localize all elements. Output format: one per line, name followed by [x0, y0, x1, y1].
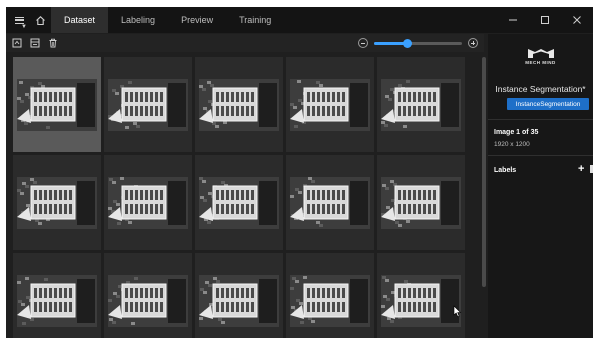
title-bar: ▼ Dataset Labeling Preview Training	[6, 7, 593, 33]
zoom-slider-fill	[374, 41, 408, 45]
import-image-icon[interactable]	[10, 36, 24, 50]
image-thumbnail	[17, 275, 97, 327]
window-controls	[497, 7, 593, 33]
tab-training[interactable]: Training	[226, 7, 284, 33]
image-thumbnail-cell[interactable]	[377, 253, 465, 338]
image-thumbnail-cell[interactable]	[13, 57, 101, 152]
project-name: Instance Segmentation*	[495, 84, 586, 94]
labels-title: Labels	[494, 167, 517, 174]
image-thumbnail-cell[interactable]	[195, 253, 283, 338]
image-thumbnail-cell[interactable]	[13, 253, 101, 338]
maximize-icon[interactable]	[529, 7, 561, 33]
image-thumbnail-cell[interactable]	[195, 57, 283, 152]
image-thumbnail	[108, 275, 188, 327]
image-thumbnail-cell[interactable]	[286, 155, 374, 250]
image-thumbnail-cell[interactable]	[13, 155, 101, 250]
project-type-badge: InstanceSegmentation	[507, 98, 589, 110]
image-thumbnail	[108, 79, 188, 131]
tab-preview-label: Preview	[181, 15, 214, 25]
image-thumbnail	[17, 79, 97, 131]
image-thumbnail-cell[interactable]	[377, 57, 465, 152]
zoom-control	[358, 38, 478, 48]
image-thumbnail-cell[interactable]	[286, 57, 374, 152]
image-size: 1920 x 1200	[494, 141, 530, 148]
delete-label-icon[interactable]	[590, 165, 593, 173]
project-panel: MECH MIND Instance Segmentation* Instanc…	[488, 34, 593, 338]
delete-icon[interactable]	[46, 36, 60, 50]
import-folder-icon[interactable]	[28, 36, 42, 50]
image-thumbnail	[108, 177, 188, 229]
divider	[488, 119, 593, 120]
tab-training-label: Training	[239, 15, 272, 25]
image-thumbnail-cell[interactable]	[104, 57, 192, 152]
image-thumbnail	[290, 275, 370, 327]
minimize-icon[interactable]	[497, 7, 529, 33]
tab-dataset-label: Dataset	[64, 15, 96, 25]
image-thumbnail	[199, 275, 279, 327]
image-thumbnail	[199, 177, 279, 229]
image-thumbnail-cell[interactable]	[104, 253, 192, 338]
dataset-toolbar	[6, 34, 484, 52]
image-thumbnail	[381, 79, 461, 131]
zoom-in-icon[interactable]	[468, 38, 478, 48]
image-thumbnail-cell[interactable]	[377, 155, 465, 250]
home-icon[interactable]	[29, 7, 51, 33]
zoom-slider-thumb[interactable]	[403, 38, 413, 48]
divider	[488, 155, 593, 156]
image-thumbnail	[381, 177, 461, 229]
hamburger-menu-icon[interactable]: ▼	[9, 7, 29, 33]
zoom-slider[interactable]	[374, 38, 462, 48]
mech-mind-logo: MECH MIND	[488, 48, 593, 65]
tab-preview[interactable]: Preview	[168, 7, 226, 33]
tab-labeling[interactable]: Labeling	[108, 7, 168, 33]
mech-mind-logo-icon	[527, 49, 554, 58]
tab-dataset[interactable]: Dataset	[51, 7, 109, 33]
zoom-out-icon[interactable]	[358, 38, 368, 48]
image-thumbnail	[199, 79, 279, 131]
image-thumbnail-cell[interactable]	[104, 155, 192, 250]
grid-scrollbar[interactable]	[482, 57, 486, 287]
image-thumbnail	[290, 79, 370, 131]
logo-text: MECH MIND	[525, 60, 556, 65]
image-thumbnail-cell[interactable]	[195, 155, 283, 250]
image-thumbnail-cell[interactable]	[286, 253, 374, 338]
app-window: ▼ Dataset Labeling Preview Training MECH…	[6, 7, 593, 338]
image-thumbnail	[17, 177, 97, 229]
image-grid	[13, 57, 478, 338]
mouse-cursor-icon	[453, 305, 462, 323]
image-index: Image 1 of 35	[494, 129, 539, 136]
close-icon[interactable]	[561, 7, 593, 33]
add-label-button[interactable]: +	[578, 163, 584, 175]
image-thumbnail	[290, 177, 370, 229]
image-thumbnail	[381, 275, 461, 327]
tab-labeling-label: Labeling	[121, 15, 156, 25]
